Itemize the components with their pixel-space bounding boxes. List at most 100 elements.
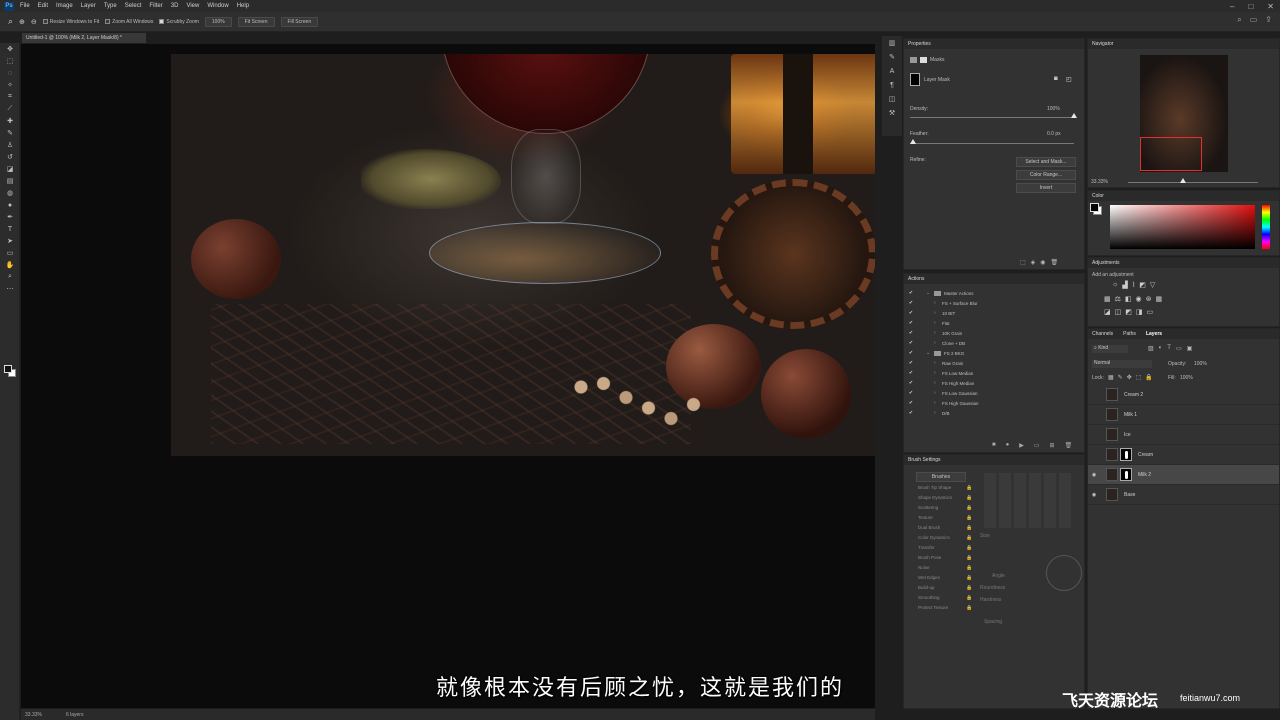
brush-setting-item[interactable]: Shape Dynamics [918,495,952,500]
brush-setting-item[interactable]: Brush Pose [918,555,941,560]
vibrance-icon[interactable]: ▽ [1150,281,1155,289]
move-tool-icon[interactable]: ✥ [0,43,20,55]
layer-name[interactable]: Cream [1138,452,1153,458]
density-slider-knob[interactable] [1071,113,1077,118]
layer-mask-thumbnail[interactable] [1120,468,1132,481]
paragraph-panel-icon[interactable]: ¶ [882,78,902,92]
action-item[interactable]: ✔ › Clone + DB [904,338,1084,348]
share-icon[interactable]: ⇪ [1265,15,1272,25]
filter-smart-icon[interactable]: ▣ [1187,345,1193,352]
eyedropper-tool-icon[interactable]: ⟋ [0,103,20,115]
scrubby-zoom-checkbox[interactable]: Scrubby Zoom [159,19,199,25]
menu-image[interactable]: Image [56,3,73,9]
history-brush-tool-icon[interactable]: ↺ [0,151,20,163]
zoom-tool-icon[interactable]: ⌕ [8,16,13,27]
color-balance-icon[interactable]: ⚖ [1115,295,1121,303]
action-item[interactable]: ✔ › Flat [904,318,1084,328]
brushes-button[interactable]: Brushes [916,472,966,482]
lock-icon[interactable]: 🔒 [966,525,972,531]
menu-3d[interactable]: 3D [171,3,179,9]
menu-filter[interactable]: Filter [149,3,162,9]
action-item[interactable]: ✔ › FS + Surface Blur [904,298,1084,308]
action-item[interactable]: ✔ ⌄ Master Actions [904,288,1084,298]
pen-tool-icon[interactable]: ✒ [0,211,20,223]
brush-panel-icon[interactable]: ✎ [882,50,902,64]
maximize-button[interactable]: □ [1248,2,1253,11]
navigator-zoom-value[interactable]: 33.33% [1091,179,1108,185]
new-set-icon[interactable]: ▭ [1034,442,1040,449]
expand-caret-icon[interactable]: › [934,320,942,326]
brush-tip-presets[interactable] [984,473,1074,528]
navigator-zoom-knob[interactable] [1180,178,1186,183]
marquee-tool-icon[interactable]: ⬚ [0,55,20,67]
expand-caret-icon[interactable]: ⌄ [926,350,934,356]
expand-caret-icon[interactable]: ⌄ [926,290,934,296]
lock-icon[interactable]: 🔒 [966,565,972,571]
visibility-icon[interactable]: ◉ [1040,259,1045,266]
type-tool-icon[interactable]: T [0,223,20,235]
lock-all-icon[interactable]: 🔒 [1145,374,1152,381]
canvas-workspace[interactable] [21,44,875,708]
select-pixel-mask-icon[interactable]: ◙ [1054,76,1058,82]
blur-tool-icon[interactable]: ◍ [0,187,20,199]
filter-adjustment-icon[interactable]: ◐ [1159,345,1163,352]
action-item[interactable]: ✔ › FS Low Gaussian [904,388,1084,398]
channel-mixer-icon[interactable]: ⊛ [1146,295,1152,303]
layer-filter-select[interactable]: ⌕ Kind [1092,345,1128,353]
action-item[interactable]: ✔ ⌄ FS 2 BKG [904,348,1084,358]
layer-row[interactable]: Cream [1088,445,1279,465]
invert-icon[interactable]: ◪ [1104,308,1111,316]
layer-row[interactable]: ◉ Base [1088,485,1279,505]
action-item[interactable]: ✔ › 10 BIT [904,308,1084,318]
lock-icon[interactable]: 🔒 [966,485,972,491]
filter-type-icon[interactable]: T [1167,345,1171,352]
filter-shape-icon[interactable]: ▭ [1176,345,1182,352]
menu-help[interactable]: Help [237,3,249,9]
layer-row[interactable]: Ice [1088,425,1279,445]
zoom-all-windows-checkbox[interactable]: Zoom All Windows [105,19,153,25]
zoom-in-icon[interactable]: ⊕ [19,18,25,26]
action-item[interactable]: ✔ › 10K Grain [904,328,1084,338]
layer-visibility-icon[interactable]: ◉ [1088,492,1100,498]
record-icon[interactable]: ● [1006,442,1010,449]
action-enabled-check-icon[interactable]: ✔ [904,390,918,396]
path-selection-tool-icon[interactable]: ➤ [0,235,20,247]
expand-caret-icon[interactable]: › [934,380,942,386]
action-enabled-check-icon[interactable]: ✔ [904,370,918,376]
action-item[interactable]: ✔ › FS High Median [904,378,1084,388]
layer-mask-thumbnail[interactable] [1120,448,1132,461]
lock-artboard-icon[interactable]: ⬚ [1136,374,1142,381]
tab-layers[interactable]: Layers [1146,331,1162,337]
color-fg-swatch[interactable] [1090,203,1099,212]
expand-caret-icon[interactable]: › [934,330,942,336]
close-button[interactable]: ✕ [1267,2,1274,11]
brush-setting-item[interactable]: Build-up [918,585,935,590]
delete-mask-icon[interactable]: 🗑 [1051,259,1059,266]
brush-setting-item[interactable]: Protect Texture [918,605,948,610]
play-icon[interactable]: ▶ [1019,442,1024,449]
feather-slider-knob[interactable] [910,139,916,144]
invert-button[interactable]: Invert [1016,183,1076,193]
lock-icon[interactable]: 🔒 [966,575,972,581]
menu-layer[interactable]: Layer [81,3,96,9]
character-panel-icon[interactable]: A [882,64,902,78]
status-zoom[interactable]: 33.33% [25,712,42,718]
menu-view[interactable]: View [186,3,199,9]
lock-icon[interactable]: 🔒 [966,595,972,601]
expand-caret-icon[interactable]: › [934,370,942,376]
brush-angle-preview[interactable] [1046,555,1082,591]
layer-thumbnail[interactable] [1106,408,1118,421]
lock-icon[interactable]: 🔒 [966,515,972,521]
lock-icon[interactable]: 🔒 [966,585,972,591]
navigator-zoom-slider[interactable] [1128,182,1258,183]
select-and-mask-button[interactable]: Select and Mask... [1016,157,1076,167]
menu-type[interactable]: Type [104,3,117,9]
dodge-tool-icon[interactable]: ● [0,199,20,211]
brush-setting-item[interactable]: Wet Edges [918,575,940,580]
healing-tool-icon[interactable]: ✚ [0,115,20,127]
brush-setting-item[interactable]: Dual Brush [918,525,940,530]
fill-screen-button[interactable]: Fill Screen [280,16,319,27]
action-enabled-check-icon[interactable]: ✔ [904,360,918,366]
canvas-image[interactable] [171,54,875,456]
selective-color-icon[interactable]: ◨ [1136,308,1143,316]
